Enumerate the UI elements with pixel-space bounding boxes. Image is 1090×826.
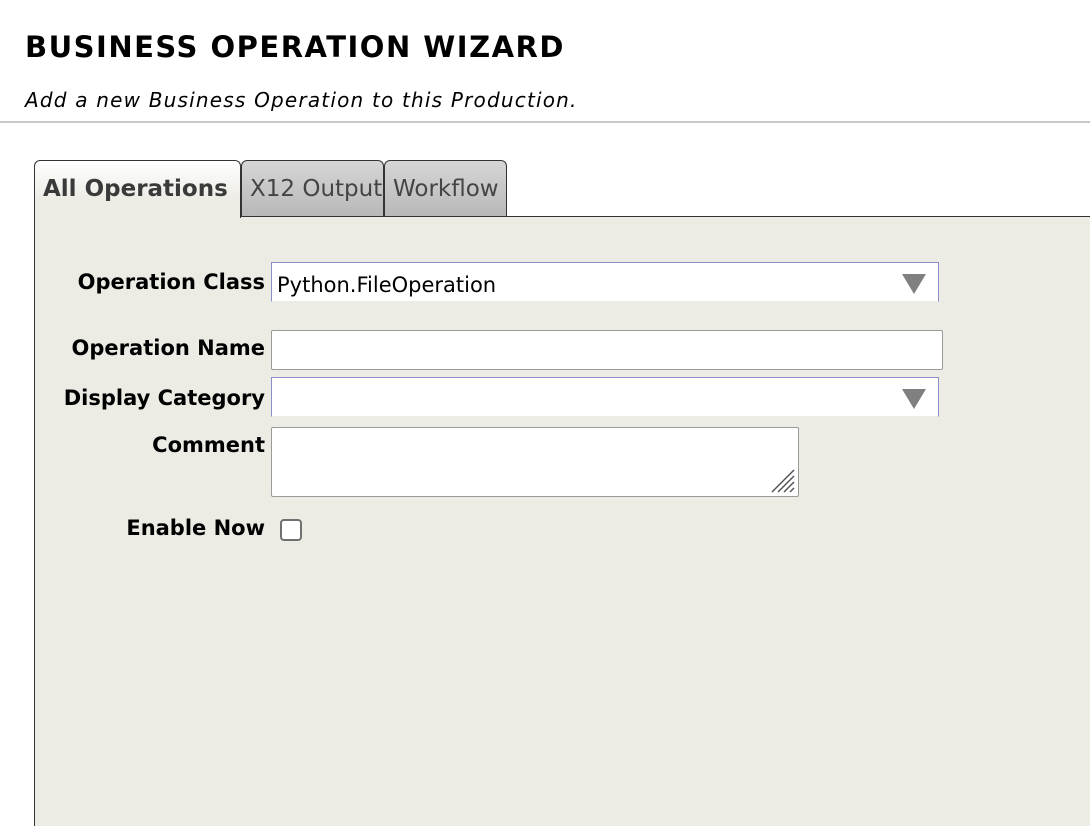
enable-now-checkbox[interactable] [280, 519, 302, 541]
comment-textarea[interactable] [271, 427, 799, 497]
operation-class-select[interactable]: Python.FileOperation [271, 262, 939, 302]
wizard-header: BUSINESS OPERATION WIZARD Add a new Busi… [0, 0, 1090, 123]
page-subtitle: Add a new Business Operation to this Pro… [25, 88, 578, 112]
dropdown-arrow-icon[interactable] [902, 274, 926, 294]
comment-label: Comment [152, 433, 265, 457]
display-category-label: Display Category [63, 386, 265, 410]
tab-all-operations[interactable]: All Operations [34, 160, 241, 218]
enable-now-label: Enable Now [126, 516, 265, 540]
operation-name-label: Operation Name [71, 336, 265, 360]
operation-name-input[interactable] [271, 330, 943, 370]
resize-handle-icon[interactable] [770, 468, 796, 494]
operation-class-label: Operation Class [77, 270, 265, 294]
operation-class-value: Python.FileOperation [277, 273, 497, 297]
page-title: BUSINESS OPERATION WIZARD [25, 30, 565, 64]
tab-x12-output[interactable]: X12 Output [241, 160, 384, 216]
display-category-select[interactable] [271, 377, 939, 417]
dropdown-arrow-icon[interactable] [902, 389, 926, 409]
tab-workflow[interactable]: Workflow [384, 160, 507, 216]
